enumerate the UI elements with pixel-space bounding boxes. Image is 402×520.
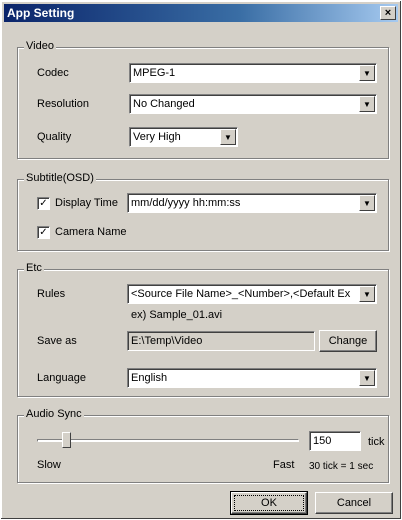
etc-group-label: Etc <box>24 262 44 274</box>
language-value: English <box>131 372 168 384</box>
audio-sync-slider-thumb[interactable] <box>62 432 72 448</box>
fast-label: Fast <box>273 459 295 471</box>
resolution-label: Resolution <box>37 98 89 110</box>
rules-select[interactable]: <Source File Name>_<Number>,<Default Ex … <box>127 284 377 304</box>
audio-sync-value: 150 <box>313 435 332 447</box>
chevron-down-icon[interactable]: ▼ <box>359 370 375 386</box>
ok-button-label: OK <box>234 495 304 511</box>
save-as-path-field[interactable]: E:\Temp\Video <box>127 331 315 351</box>
title-bar[interactable]: App Setting × <box>4 4 398 22</box>
display-time-checkbox[interactable]: ✓ <box>37 197 50 210</box>
quality-select[interactable]: Very High ▼ <box>129 127 238 147</box>
cancel-button[interactable]: Cancel <box>315 492 393 514</box>
audio-sync-slider-track[interactable] <box>37 439 299 442</box>
app-setting-window: App Setting × Video Codec MPEG-1 ▼ Resol… <box>0 0 402 520</box>
audio-sync-value-field[interactable]: 150 <box>309 431 361 451</box>
chevron-down-icon[interactable]: ▼ <box>359 195 375 211</box>
save-as-label: Save as <box>37 335 77 347</box>
video-group-label: Video <box>24 40 56 52</box>
resolution-select[interactable]: No Changed ▼ <box>129 94 377 114</box>
chevron-down-icon[interactable]: ▼ <box>220 129 236 145</box>
subtitle-group: Subtitle(OSD) <box>17 172 389 251</box>
rules-example: ex) Sample_01.avi <box>131 309 223 321</box>
tick-note: 30 tick = 1 sec <box>309 461 374 472</box>
quality-label: Quality <box>37 131 72 143</box>
close-icon[interactable]: × <box>380 6 396 20</box>
subtitle-group-label: Subtitle(OSD) <box>24 172 96 184</box>
chevron-down-icon[interactable]: ▼ <box>359 65 375 81</box>
window-title: App Setting <box>7 6 75 20</box>
camera-name-label[interactable]: Camera Name <box>55 226 127 238</box>
chevron-down-icon[interactable]: ▼ <box>359 286 375 302</box>
rules-value: <Source File Name>_<Number>,<Default Ex <box>131 288 351 300</box>
time-format-select[interactable]: mm/dd/yyyy hh:mm:ss ▼ <box>127 193 377 213</box>
ok-button[interactable]: OK <box>230 491 308 515</box>
tick-unit-label: tick <box>368 436 385 448</box>
chevron-down-icon[interactable]: ▼ <box>359 96 375 112</box>
rules-label: Rules <box>37 288 66 300</box>
codec-select[interactable]: MPEG-1 ▼ <box>129 63 377 83</box>
change-button[interactable]: Change <box>319 330 377 352</box>
audio-sync-group-label: Audio Sync <box>24 408 84 420</box>
codec-label: Codec <box>37 67 69 79</box>
display-time-label[interactable]: Display Time <box>55 197 118 209</box>
resolution-value: No Changed <box>133 98 195 110</box>
quality-value: Very High <box>133 131 181 143</box>
language-select[interactable]: English ▼ <box>127 368 377 388</box>
save-as-value: E:\Temp\Video <box>131 335 203 347</box>
slow-label: Slow <box>37 459 61 471</box>
camera-name-checkbox[interactable]: ✓ <box>37 226 50 239</box>
codec-value: MPEG-1 <box>133 67 176 79</box>
language-label: Language <box>37 372 86 384</box>
time-format-value: mm/dd/yyyy hh:mm:ss <box>131 197 241 209</box>
